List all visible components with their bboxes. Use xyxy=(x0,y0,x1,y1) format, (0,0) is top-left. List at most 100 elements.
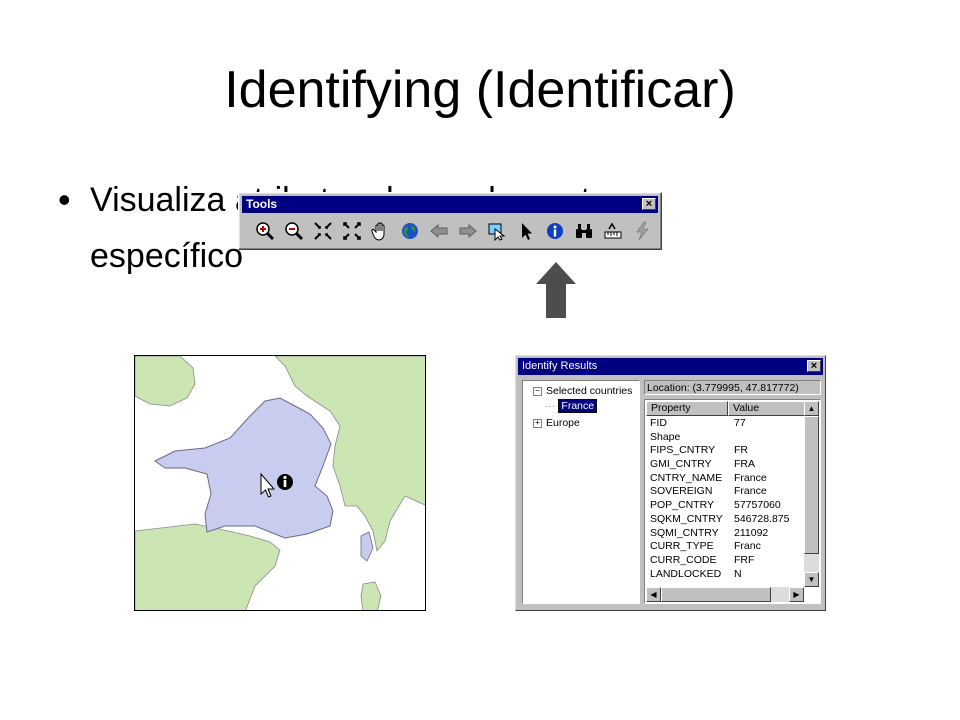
tree-label: Selected countries xyxy=(546,385,633,397)
attribute-name: FIPS_CNTRY xyxy=(650,444,716,457)
scroll-down-button[interactable]: ▼ xyxy=(804,572,819,587)
attribute-value: FRA xyxy=(734,458,755,471)
attribute-value xyxy=(728,431,805,445)
attribute-value: France xyxy=(734,471,767,484)
attribute-value: France xyxy=(734,485,767,498)
map-view[interactable] xyxy=(134,355,426,611)
tree-item-europe[interactable]: + Europe xyxy=(533,417,580,430)
attribute-name: LANDLOCKED xyxy=(650,567,722,580)
tree-label-selected: France xyxy=(558,399,598,413)
identify-close-button[interactable]: × xyxy=(807,360,821,372)
hyperlink-lightning-icon xyxy=(636,221,649,241)
horizontal-scrollbar[interactable]: ◀ ▶ xyxy=(646,587,804,602)
zoom-in-button[interactable] xyxy=(253,219,277,243)
attribute-name: FID xyxy=(650,417,667,429)
identify-titlebar[interactable]: Identify Results × xyxy=(518,358,823,375)
attribute-name: SQKM_CNTRY xyxy=(650,512,723,525)
back-extent-button[interactable] xyxy=(427,219,451,243)
measure-icon xyxy=(604,222,622,239)
column-header-value[interactable]: Value xyxy=(728,401,805,416)
hyperlink-button[interactable] xyxy=(630,219,654,243)
up-arrow-icon xyxy=(536,262,576,318)
find-button[interactable] xyxy=(572,219,596,243)
tools-toolbar-window: Tools × xyxy=(238,192,662,250)
horizontal-scroll-thumb[interactable] xyxy=(661,587,771,602)
attribute-name: GMI_CNTRY xyxy=(650,458,712,471)
vertical-scroll-thumb[interactable] xyxy=(804,416,819,554)
pan-button[interactable] xyxy=(369,219,393,243)
attribute-rows: FID 77 Shape FIPS_CNTRY FR GMI_CNTRY FRA CNTRY_… xyxy=(646,417,805,581)
attribute-row[interactable]: FIPS_CNTRY FR xyxy=(646,444,805,458)
tree-label: Europe xyxy=(546,417,580,429)
attribute-value: 77 xyxy=(734,417,746,429)
back-arrow-icon xyxy=(430,223,448,239)
attribute-value: 57757060 xyxy=(734,499,781,512)
pan-hand-icon xyxy=(371,222,385,241)
select-pointer-icon xyxy=(522,223,532,240)
attribute-value: FR xyxy=(734,444,748,457)
fixed-zoom-out-icon xyxy=(343,222,361,240)
scroll-up-button[interactable]: ▲ xyxy=(804,401,819,416)
attribute-row[interactable]: CNTRY_NAME France xyxy=(646,472,805,486)
tools-titlebar[interactable]: Tools × xyxy=(242,196,658,213)
collapse-toggle[interactable]: − xyxy=(533,386,542,396)
forward-extent-button[interactable] xyxy=(456,219,480,243)
attribute-name: SQMI_CNTRY xyxy=(650,526,719,539)
attribute-row[interactable]: SOVEREIGN France xyxy=(646,485,805,499)
select-features-icon xyxy=(488,223,506,241)
location-readout: Location: (3.779995, 47.817772) xyxy=(644,380,821,395)
full-extent-globe-icon xyxy=(402,223,418,239)
attribute-row[interactable]: FID 77 xyxy=(646,417,805,431)
bullet-marker: • xyxy=(58,179,71,220)
tools-title: Tools xyxy=(246,197,278,211)
zoom-out-button[interactable] xyxy=(282,219,306,243)
column-header-property[interactable]: Property xyxy=(646,401,728,416)
attribute-row[interactable]: SQKM_CNTRY 546728.875 xyxy=(646,513,805,527)
attribute-row[interactable]: CURR_TYPE Franc xyxy=(646,540,805,554)
attribute-value: N xyxy=(734,567,742,580)
tools-close-button[interactable]: × xyxy=(642,198,656,210)
measure-button[interactable] xyxy=(601,219,625,243)
attribute-value: Franc xyxy=(734,540,761,553)
zoom-out-icon xyxy=(285,222,304,241)
attribute-list: Property Value FID 77 Shape FIPS_CNTRY FR GMI… xyxy=(644,399,821,604)
identify-results-window: Identify Results × − Selected countries ·… xyxy=(515,355,826,611)
zoom-in-icon xyxy=(256,222,275,241)
scroll-left-button[interactable]: ◀ xyxy=(646,587,661,602)
tools-button-row xyxy=(253,219,659,243)
expand-toggle[interactable]: + xyxy=(533,418,542,428)
fixed-zoom-in-button[interactable] xyxy=(311,219,335,243)
tree-item-france[interactable]: ··· France xyxy=(545,399,598,413)
tree-item-selected-countries[interactable]: − Selected countries xyxy=(533,385,632,398)
attribute-value: 211092 xyxy=(734,526,769,539)
attribute-name: Shape xyxy=(650,430,681,443)
slide-title: Identifying (Identificar) xyxy=(224,61,736,119)
scroll-right-button[interactable]: ▶ xyxy=(789,587,804,602)
full-extent-button[interactable] xyxy=(398,219,422,243)
europe-map xyxy=(135,356,425,610)
identify-button[interactable] xyxy=(543,219,567,243)
attribute-name: CNTRY_NAME xyxy=(650,471,723,484)
find-binoculars-icon xyxy=(576,224,592,238)
vertical-scrollbar[interactable]: ▲ ▼ xyxy=(804,401,819,587)
attribute-row[interactable]: SQMI_CNTRY 211092 xyxy=(646,527,805,541)
tree-connector: ··· xyxy=(545,400,556,412)
attribute-row[interactable]: Shape xyxy=(646,431,805,445)
attribute-name: SOVEREIGN xyxy=(650,485,713,498)
attribute-row[interactable]: LANDLOCKED N xyxy=(646,568,805,582)
attribute-name: CURR_CODE xyxy=(650,553,717,566)
identify-title: Identify Results xyxy=(522,360,598,372)
forward-arrow-icon xyxy=(459,223,477,239)
bullet-text-line-2: específico xyxy=(90,237,244,275)
attribute-row[interactable]: CURR_CODE FRF xyxy=(646,554,805,568)
attribute-value: 546728.875 xyxy=(734,512,790,525)
attribute-value: FRF xyxy=(734,553,755,566)
select-features-button[interactable] xyxy=(485,219,509,243)
select-elements-button[interactable] xyxy=(514,219,538,243)
attribute-name: CURR_TYPE xyxy=(650,540,714,553)
attribute-row[interactable]: POP_CNTRY 57757060 xyxy=(646,499,805,513)
attribute-row[interactable]: GMI_CNTRY FRA xyxy=(646,458,805,472)
fixed-zoom-out-button[interactable] xyxy=(340,219,364,243)
attribute-list-header: Property Value xyxy=(646,401,805,416)
identify-info-icon xyxy=(547,223,563,239)
